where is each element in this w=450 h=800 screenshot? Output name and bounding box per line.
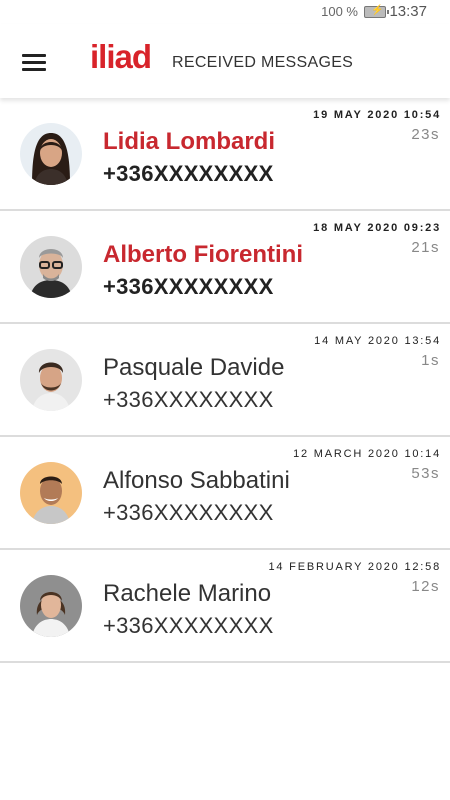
- contact-number: +336XXXXXXXX: [103, 161, 274, 186]
- message-date: 19 MAY 2020 10:54: [313, 109, 441, 121]
- clock: 13:37: [389, 3, 427, 20]
- status-bar: 100 % ⚡ 13:37: [0, 0, 450, 24]
- message-date: 18 MAY 2020 09:23: [313, 222, 441, 234]
- messages-list: Lidia Lombardi +336XXXXXXXX 19 MAY 2020 …: [0, 98, 450, 663]
- battery-charging-icon: ⚡: [364, 5, 389, 18]
- message-duration: 21s: [411, 239, 440, 256]
- contact-name: Alfonso Sabbatini: [103, 467, 290, 494]
- page-title: RECEIVED MESSAGES: [172, 54, 354, 71]
- message-duration: 23s: [411, 126, 440, 143]
- contact-number: +336XXXXXXXX: [103, 500, 274, 525]
- iliad-logo: iliad: [90, 38, 152, 75]
- battery-percentage: 100 %: [321, 4, 358, 19]
- message-date: 12 MARCH 2020 10:14: [293, 448, 441, 460]
- app-bar: iliad RECEIVED MESSAGES: [0, 24, 450, 98]
- message-row[interactable]: Lidia Lombardi +336XXXXXXXX 19 MAY 2020 …: [0, 98, 450, 211]
- message-duration: 1s: [421, 352, 440, 369]
- contact-name: Pasquale Davide: [103, 354, 285, 381]
- message-row[interactable]: Pasquale Davide +336XXXXXXXX 14 MAY 2020…: [0, 324, 450, 437]
- message-duration: 12s: [411, 578, 440, 595]
- contact-number: +336XXXXXXXX: [103, 613, 274, 638]
- contact-name: Alberto Fiorentini: [103, 241, 303, 268]
- contact-number: +336XXXXXXXX: [103, 274, 274, 299]
- avatar: [20, 123, 82, 185]
- avatar: [20, 236, 82, 298]
- message-duration: 53s: [411, 465, 440, 482]
- contact-name: Lidia Lombardi: [103, 128, 276, 155]
- contact-name: Rachele Marino: [103, 580, 272, 607]
- message-row[interactable]: Alfonso Sabbatini +336XXXXXXXX 12 MARCH …: [0, 437, 450, 550]
- message-row[interactable]: Rachele Marino +336XXXXXXXX 14 FEBRUARY …: [0, 550, 450, 663]
- contact-number: +336XXXXXXXX: [103, 387, 274, 412]
- message-row[interactable]: Alberto Fiorentini +336XXXXXXXX 18 MAY 2…: [0, 211, 450, 324]
- hamburger-menu-icon[interactable]: [22, 50, 48, 72]
- avatar: [20, 462, 82, 524]
- avatar: [20, 349, 82, 411]
- message-date: 14 FEBRUARY 2020 12:58: [268, 561, 441, 573]
- message-date: 14 MAY 2020 13:54: [314, 335, 441, 347]
- avatar: [20, 575, 82, 637]
